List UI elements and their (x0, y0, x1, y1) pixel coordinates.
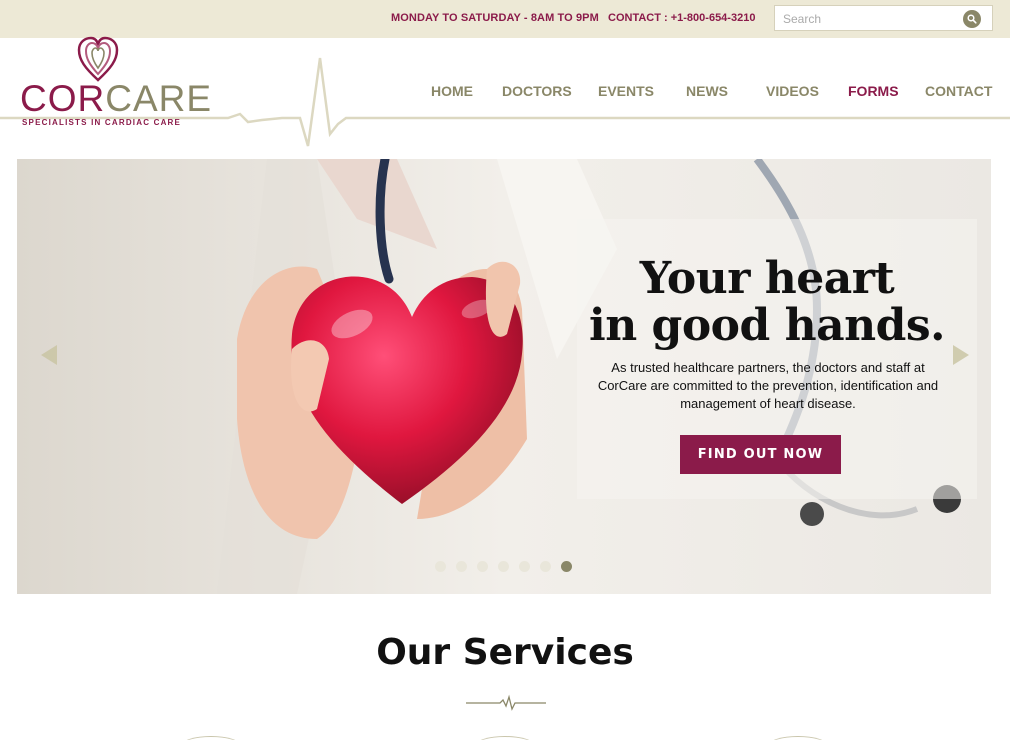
logo-word-care: CARE (105, 78, 213, 119)
nav-item-videos[interactable]: VIDEOS (766, 83, 819, 99)
hero-title-line1: Your heart (639, 253, 895, 304)
opening-hours: MONDAY TO SATURDAY - 8AM TO 9PM (391, 12, 599, 24)
search-input[interactable] (783, 10, 963, 27)
service-icon-circle (475, 736, 535, 740)
hero-title: Your heart in good hands. (587, 255, 947, 349)
site-header: CORCARE SPECIALISTS IN CARDIAC CARE HOME… (0, 36, 1010, 153)
nav-item-doctors[interactable]: DOCTORS (502, 83, 572, 99)
slider-dot[interactable] (456, 561, 467, 572)
logo-tagline: SPECIALISTS IN CARDIAC CARE (22, 118, 182, 127)
slider-prev-arrow-icon[interactable] (41, 345, 57, 365)
logo-wordmark: CORCARE (20, 80, 212, 117)
logo-word-cor: COR (20, 78, 106, 119)
heart-logo-icon (77, 36, 119, 82)
hero-slider: Your heart in good hands. As trusted hea… (17, 159, 991, 594)
search-box (774, 5, 993, 31)
slider-dot[interactable] (519, 561, 530, 572)
service-icon-circle (181, 736, 241, 740)
slider-dot[interactable] (477, 561, 488, 572)
slider-dot[interactable] (435, 561, 446, 572)
services-heading: Our Services (376, 632, 634, 673)
hero-description: As trusted healthcare partners, the doct… (597, 360, 939, 411)
heartbeat-divider-icon (466, 694, 546, 711)
corcare-logo[interactable]: CORCARE SPECIALISTS IN CARDIAC CARE (20, 36, 211, 127)
service-icon-circle (768, 736, 828, 740)
nav-item-events[interactable]: EVENTS (598, 83, 654, 99)
slider-next-arrow-icon[interactable] (953, 345, 969, 365)
slider-dot[interactable] (498, 561, 509, 572)
nav-item-forms[interactable]: FORMS (848, 83, 899, 99)
contact-phone[interactable]: CONTACT : +1-800-654-3210 (608, 12, 755, 24)
slider-dot-active[interactable] (561, 561, 572, 572)
nav-item-news[interactable]: NEWS (686, 83, 728, 99)
search-icon[interactable] (963, 10, 981, 28)
slider-dot[interactable] (540, 561, 551, 572)
slider-pagination (435, 561, 572, 573)
nav-item-contact[interactable]: CONTACT (925, 83, 992, 99)
hero-title-line2: in good hands. (589, 300, 945, 351)
find-out-now-button[interactable]: FIND OUT NOW (680, 435, 841, 474)
nav-item-home[interactable]: HOME (431, 83, 473, 99)
top-bar: MONDAY TO SATURDAY - 8AM TO 9PM CONTACT … (0, 0, 1010, 38)
